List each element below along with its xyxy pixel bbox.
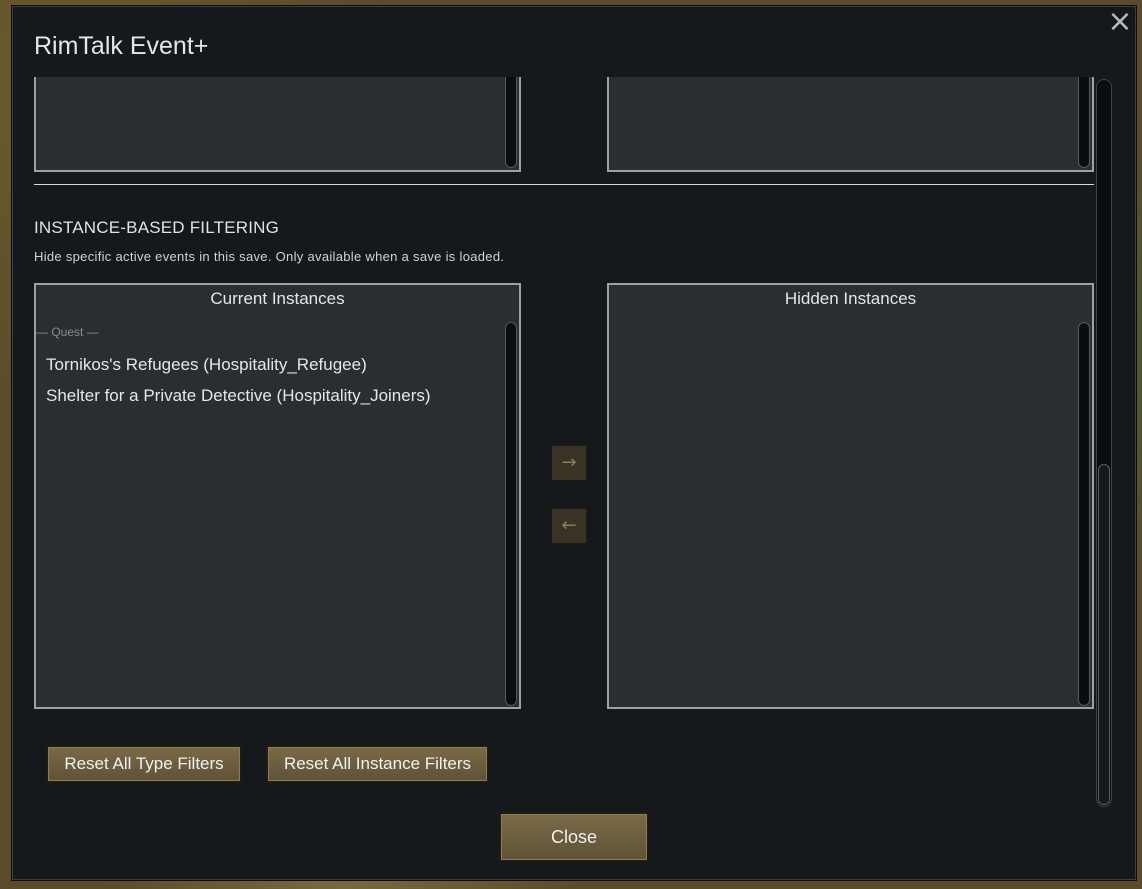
dialog-scrollbar[interactable] (1096, 79, 1112, 807)
dialog-title: RimTalk Event+ (34, 32, 209, 60)
group-label-quest: — Quest — (36, 325, 99, 339)
hidden-instances-header: Hidden Instances (784, 289, 917, 308)
move-right-button[interactable]: → (551, 445, 587, 481)
scrollbar[interactable] (1078, 322, 1090, 706)
type-filter-panel-left (34, 77, 521, 172)
list-item[interactable]: Tornikos's Refugees (Hospitality_Refugee… (46, 355, 367, 375)
type-filter-panel-right (607, 77, 1094, 172)
settings-dialog: RimTalk Event+ × INSTANCE-BASED FILTERIN… (12, 6, 1136, 880)
close-icon[interactable]: × (1105, 7, 1135, 37)
current-instances-header: Current Instances (210, 289, 345, 308)
section-description: Hide specific active events in this save… (34, 249, 505, 264)
section-heading: INSTANCE-BASED FILTERING (34, 218, 280, 237)
dialog-scroll-content: INSTANCE-BASED FILTERING Hide specific a… (13, 77, 1135, 807)
close-button[interactable]: Close (499, 812, 649, 862)
reset-type-filters-button[interactable]: Reset All Type Filters (46, 745, 242, 783)
move-left-button[interactable]: ← (551, 508, 587, 544)
scrollbar[interactable] (505, 322, 517, 706)
scrollbar[interactable] (505, 77, 517, 168)
scrollbar-thumb[interactable] (1098, 464, 1110, 805)
scrollbar[interactable] (1078, 77, 1090, 168)
reset-instance-filters-button[interactable]: Reset All Instance Filters (266, 745, 489, 783)
section-divider (34, 184, 1094, 185)
current-instances-panel: Current Instances — Quest — Tornikos's R… (34, 283, 521, 709)
hidden-instances-panel: Hidden Instances (607, 283, 1094, 709)
list-item[interactable]: Shelter for a Private Detective (Hospita… (46, 386, 431, 406)
